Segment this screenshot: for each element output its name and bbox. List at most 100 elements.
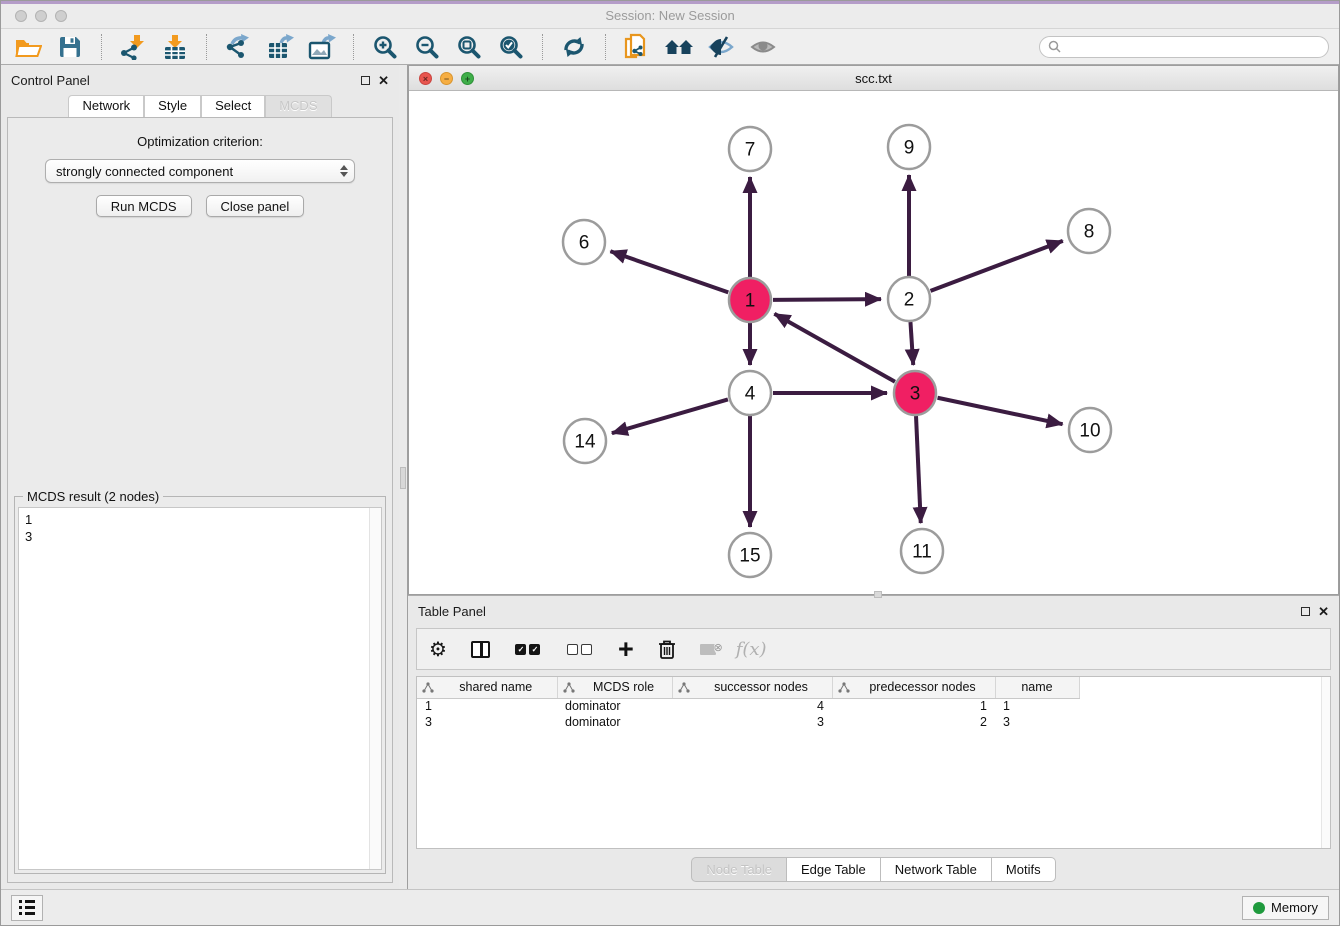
graph-node-14[interactable]: 14 [564, 419, 606, 463]
close-panel-button[interactable]: Close panel [206, 195, 305, 217]
first-neighbors-button[interactable] [662, 33, 696, 61]
graph-edge-1-2[interactable] [773, 299, 881, 300]
cell-mcds-role[interactable]: dominator [557, 714, 672, 730]
graph-node-4[interactable]: 4 [729, 371, 771, 415]
checked-box-icon: ✓ [529, 644, 540, 655]
export-image-icon [308, 34, 336, 60]
graph-node-11[interactable]: 11 [901, 529, 943, 573]
table-row[interactable]: 1 dominator 4 1 1 [417, 698, 1079, 714]
horizontal-splitter-grip[interactable] [874, 591, 882, 598]
column-header-mcds-role[interactable]: MCDS role [557, 677, 672, 698]
splitter-grip[interactable] [400, 467, 406, 489]
tab-network-table[interactable]: Network Table [881, 857, 992, 882]
export-table-button[interactable] [263, 33, 297, 61]
hierarchy-icon [563, 682, 575, 693]
export-image-button[interactable] [305, 33, 339, 61]
graph-node-3[interactable]: 3 [894, 371, 936, 415]
graph-node-7[interactable]: 7 [729, 127, 771, 171]
zoom-selected-button[interactable] [494, 33, 528, 61]
tab-network[interactable]: Network [68, 95, 144, 117]
control-panel-header: Control Panel ✕ [1, 65, 399, 95]
task-history-button[interactable] [11, 895, 43, 921]
search-input[interactable] [1066, 40, 1320, 54]
search-icon [1048, 40, 1061, 53]
graph-node-label: 7 [745, 140, 756, 161]
graph-node-1[interactable]: 1 [729, 278, 771, 322]
vertical-splitter[interactable] [399, 65, 408, 889]
import-table-button[interactable] [158, 33, 192, 61]
save-session-button[interactable] [53, 33, 87, 61]
tab-select[interactable]: Select [201, 95, 265, 117]
column-header-predecessor-nodes[interactable]: predecessor nodes [832, 677, 995, 698]
column-header-name[interactable]: name [995, 677, 1079, 698]
graph-edge-2-8[interactable] [931, 241, 1063, 291]
run-mcds-button[interactable]: Run MCDS [96, 195, 192, 217]
cell-shared-name[interactable]: 3 [417, 714, 557, 730]
graph-node-15[interactable]: 15 [729, 533, 771, 577]
hide-selected-button[interactable] [704, 33, 738, 61]
criterion-select[interactable]: strongly connected component [45, 159, 355, 183]
zoom-out-button[interactable] [410, 33, 444, 61]
cell-successor-nodes[interactable]: 4 [672, 698, 832, 714]
content-area: Control Panel ✕ Network Style Select MCD… [1, 65, 1339, 889]
new-network-from-selection-button[interactable] [620, 33, 654, 61]
apply-layout-button[interactable] [557, 33, 591, 61]
table-scrollbar[interactable] [1321, 677, 1330, 848]
column-header-shared-name[interactable]: shared name [417, 677, 557, 698]
mcds-result-box[interactable]: 1 3 [18, 507, 382, 870]
import-network-button[interactable] [116, 33, 150, 61]
cell-predecessor-nodes[interactable]: 2 [832, 714, 995, 730]
tab-mcds[interactable]: MCDS [265, 95, 331, 117]
deselect-all-rows-button[interactable] [566, 634, 594, 664]
graph-node-8[interactable]: 8 [1068, 209, 1110, 253]
select-all-rows-button[interactable]: ✓ ✓ [514, 634, 542, 664]
memory-button[interactable]: Memory [1242, 896, 1329, 920]
cell-shared-name[interactable]: 1 [417, 698, 557, 714]
close-panel-icon[interactable]: ✕ [378, 74, 389, 87]
cell-name[interactable]: 1 [995, 698, 1079, 714]
float-panel-icon[interactable] [361, 76, 370, 85]
tab-style[interactable]: Style [144, 95, 201, 117]
column-header-successor-nodes[interactable]: successor nodes [672, 677, 832, 698]
open-session-button[interactable] [11, 33, 45, 61]
close-table-panel-icon[interactable]: ✕ [1318, 605, 1329, 618]
search-field[interactable] [1039, 36, 1329, 58]
export-network-button[interactable] [221, 33, 255, 61]
graph-node-10[interactable]: 10 [1069, 408, 1111, 452]
copy-network-icon [624, 33, 650, 61]
graph-node-label: 9 [904, 138, 915, 159]
graph-edge-3-10[interactable] [938, 398, 1063, 424]
control-panel-title: Control Panel [11, 73, 90, 88]
graph-edge-4-14[interactable] [612, 399, 728, 433]
tab-node-table[interactable]: Node Table [691, 857, 787, 882]
float-table-panel-icon[interactable] [1301, 607, 1310, 616]
tab-motifs[interactable]: Motifs [992, 857, 1056, 882]
graph-edge-2-3[interactable] [910, 322, 913, 365]
zoom-fit-button[interactable] [452, 33, 486, 61]
cell-name[interactable]: 3 [995, 714, 1079, 730]
graph-node-6[interactable]: 6 [563, 220, 605, 264]
result-scrollbar[interactable] [369, 508, 381, 869]
app-title: Session: New Session [1, 8, 1339, 23]
graph-node-9[interactable]: 9 [888, 125, 930, 169]
zoom-in-button[interactable] [368, 33, 402, 61]
table-row[interactable]: 3 dominator 3 2 3 [417, 714, 1079, 730]
cell-predecessor-nodes[interactable]: 1 [832, 698, 995, 714]
export-network-icon [225, 34, 251, 60]
show-all-button[interactable] [746, 33, 780, 61]
graph-edge-3-11[interactable] [916, 416, 921, 523]
graph-edge-1-6[interactable] [610, 251, 728, 292]
zoom-in-icon [372, 34, 398, 60]
create-column-button[interactable]: + [618, 634, 634, 664]
tab-edge-table[interactable]: Edge Table [787, 857, 881, 882]
delete-column-button[interactable] [658, 634, 676, 664]
graph-node-2[interactable]: 2 [888, 277, 930, 321]
graph-edge-3-1[interactable] [774, 314, 895, 382]
network-canvas[interactable]: 7 9 6 8 1 2 4 3 14 10 15 11 [409, 91, 1338, 594]
cell-successor-nodes[interactable]: 3 [672, 714, 832, 730]
main-toolbar [1, 29, 1339, 65]
cell-mcds-role[interactable]: dominator [557, 698, 672, 714]
table-settings-button[interactable]: ⚙ [429, 634, 447, 664]
show-columns-button[interactable] [471, 634, 490, 664]
trash-icon [658, 639, 676, 660]
